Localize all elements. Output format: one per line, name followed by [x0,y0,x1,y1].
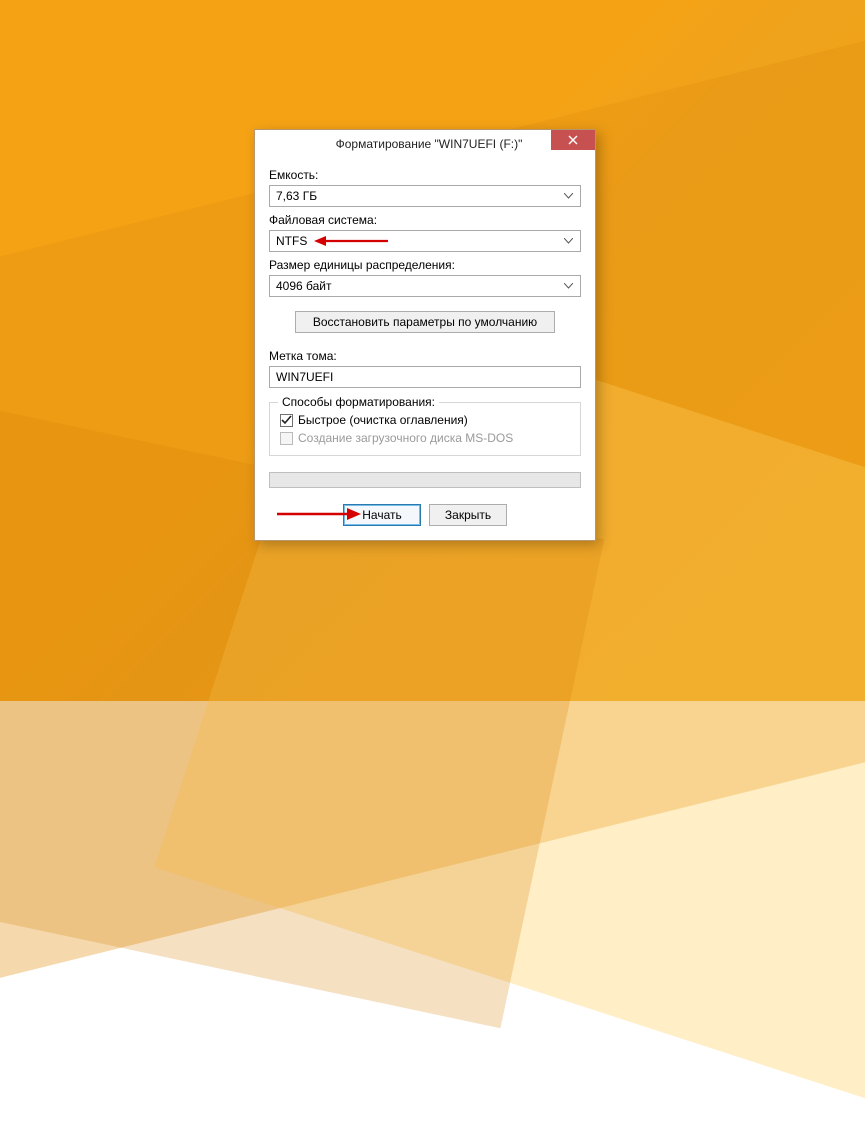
allocation-label: Размер единицы распределения: [269,258,581,272]
check-icon [281,415,292,426]
window-title: Форматирование "WIN7UEFI (F:)" [263,137,595,151]
close-window-button[interactable] [551,130,595,150]
start-button[interactable]: Начать [343,504,421,526]
chevron-down-icon [561,187,576,205]
desktop-wallpaper: Форматирование "WIN7UEFI (F:)" Емкость: … [0,0,865,701]
quick-format-checkbox[interactable] [280,414,293,427]
volume-label-caption: Метка тома: [269,349,581,363]
filesystem-label: Файловая система: [269,213,581,227]
close-button[interactable]: Закрыть [429,504,507,526]
format-progress-bar [269,472,581,488]
format-options-group: Способы форматирования: Быстрое (очистка… [269,402,581,456]
capacity-value: 7,63 ГБ [276,189,561,203]
dialog-body: Емкость: 7,63 ГБ Файловая система: NTFS [255,158,595,540]
volume-label-input[interactable] [269,366,581,388]
chevron-down-icon [561,232,576,250]
capacity-select[interactable]: 7,63 ГБ [269,185,581,207]
close-icon [568,135,578,145]
filesystem-select[interactable]: NTFS [269,230,581,252]
format-dialog: Форматирование "WIN7UEFI (F:)" Емкость: … [254,129,596,541]
allocation-value: 4096 байт [276,279,561,293]
filesystem-value: NTFS [276,234,561,248]
capacity-label: Емкость: [269,168,581,182]
quick-format-label: Быстрое (очистка оглавления) [298,413,468,427]
dialog-button-row: Начать Закрыть [269,504,581,526]
msdos-boot-label: Создание загрузочного диска MS-DOS [298,431,513,445]
msdos-boot-checkbox [280,432,293,445]
chevron-down-icon [561,277,576,295]
restore-defaults-button[interactable]: Восстановить параметры по умолчанию [295,311,555,333]
titlebar[interactable]: Форматирование "WIN7UEFI (F:)" [255,130,595,158]
format-options-title: Способы форматирования: [278,395,439,409]
allocation-select[interactable]: 4096 байт [269,275,581,297]
